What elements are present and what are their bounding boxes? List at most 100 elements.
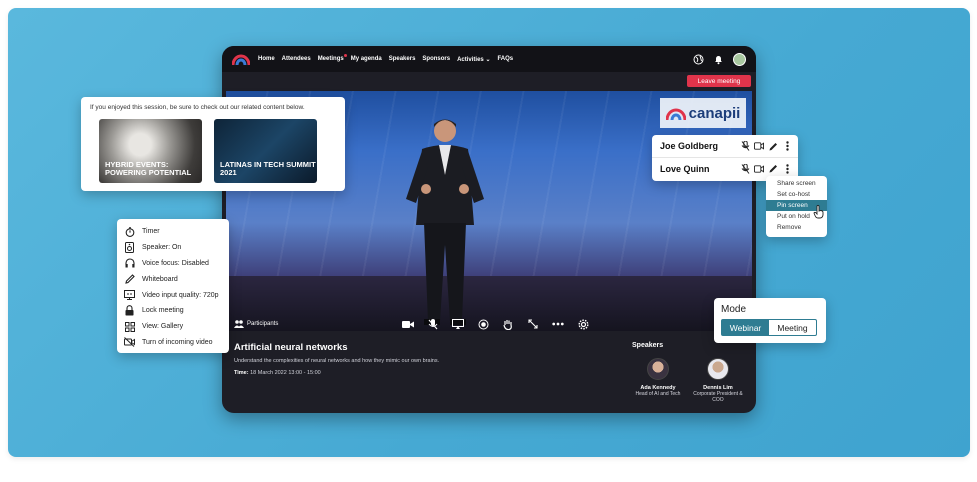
headphones-icon [124, 258, 135, 269]
meeting-options-menu: Timer Speaker: On Voice focus: Disabled … [117, 219, 229, 353]
menu-item-label: Speaker: On [142, 244, 182, 252]
speaker-photo [647, 358, 669, 380]
menu-item-label: Video input quality: 720p [142, 291, 219, 299]
related-thumbnail[interactable]: HYBRID EVENTS: POWERING POTENTIAL [99, 119, 202, 183]
session-title: Artificial neural networks [234, 342, 348, 353]
mode-panel: Mode Webinar Meeting [714, 298, 826, 343]
related-thumbnail-title: LATINAS IN TECH SUMMIT 2021 [220, 159, 316, 178]
call-controls: Participants [226, 316, 752, 332]
more-options-icon[interactable] [552, 318, 564, 330]
related-thumbnail-title: HYBRID EVENTS: POWERING POTENTIAL [105, 159, 192, 178]
nav-link-activities[interactable]: Activities ⌄ [457, 56, 490, 63]
raise-hand-icon[interactable] [502, 318, 514, 330]
participants-label: Participants [247, 321, 279, 327]
ctx-set-co-host[interactable]: Set co-host [766, 189, 827, 200]
microphone-off-icon[interactable] [740, 141, 750, 151]
brand-banner: canapii [660, 98, 746, 128]
menu-item-whiteboard[interactable]: Whiteboard [117, 271, 229, 287]
fullscreen-icon[interactable] [527, 318, 539, 330]
mode-option-webinar[interactable]: Webinar [722, 320, 769, 335]
session-info: Artificial neural networks Understand th… [234, 342, 439, 376]
app-logo-icon[interactable] [231, 52, 251, 66]
speakers-heading: Speakers [632, 342, 664, 349]
menu-item-timer[interactable]: Timer [117, 224, 229, 240]
top-nav: Home Attendees Meetings My agenda Speake… [222, 46, 756, 72]
mode-option-meeting[interactable]: Meeting [769, 320, 816, 335]
menu-item-incoming-video[interactable]: Turn of incoming video [117, 335, 229, 351]
microphone-off-icon[interactable] [427, 318, 439, 330]
pencil-icon [124, 274, 135, 285]
pencil-icon[interactable] [768, 164, 778, 174]
more-vertical-icon[interactable] [782, 163, 792, 174]
monitor-icon [124, 290, 135, 301]
camera-icon[interactable] [402, 318, 414, 330]
nav-link-meetings-label: Meetings [317, 55, 344, 62]
participant-actions [740, 163, 792, 174]
screen-share-icon[interactable] [452, 318, 464, 330]
participant-name: Joe Goldberg [660, 141, 719, 151]
ctx-share-screen[interactable]: Share screen [766, 178, 827, 189]
lock-icon [124, 305, 135, 316]
leave-meeting-button[interactable]: Leave meeting [687, 75, 751, 87]
nav-link-speakers[interactable]: Speakers [389, 56, 416, 63]
speaker-card[interactable]: Dennis Lim Corporate President & COO [688, 358, 748, 404]
speaker-card[interactable]: Ada Kennedy Head of AI and Tech [628, 358, 688, 397]
speaker-photo [707, 358, 729, 380]
camera-icon[interactable] [754, 164, 764, 174]
participants-button[interactable]: Participants [234, 320, 278, 328]
menu-item-speaker[interactable]: Speaker: On [117, 240, 229, 256]
globe-icon[interactable] [693, 54, 704, 65]
mode-toggle: Webinar Meeting [721, 319, 817, 336]
nav-link-my-agenda[interactable]: My agenda [351, 56, 382, 63]
timer-icon [124, 226, 135, 237]
nav-link-attendees[interactable]: Attendees [282, 56, 311, 63]
participant-row[interactable]: Joe Goldberg [652, 135, 798, 157]
menu-item-video-quality[interactable]: Video input quality: 720p [117, 287, 229, 303]
participants-panel: Joe Goldberg Love Quinn [652, 135, 798, 181]
microphone-off-icon[interactable] [740, 163, 750, 174]
session-time-value: 18 March 2022 13:00 - 15:00 [250, 370, 321, 376]
speaker-role: Corporate President & COO [693, 391, 743, 404]
participant-actions [740, 141, 792, 151]
nav-link-sponsors[interactable]: Sponsors [422, 56, 450, 63]
menu-item-view[interactable]: View: Gallery [117, 319, 229, 335]
mode-label: Mode [721, 304, 747, 315]
menu-item-label: Whiteboard [142, 275, 178, 283]
pencil-icon[interactable] [768, 141, 778, 151]
menu-item-label: Voice focus: Disabled [142, 259, 209, 267]
nav-link-home[interactable]: Home [258, 56, 275, 63]
people-icon [234, 320, 244, 328]
session-description: Understand the complexities of neural ne… [234, 358, 440, 364]
control-icons [402, 318, 589, 330]
bell-icon[interactable] [713, 54, 724, 65]
chevron-down-icon: ⌄ [485, 56, 491, 63]
menu-item-voice-focus[interactable]: Voice focus: Disabled [117, 256, 229, 272]
related-content-panel: If you enjoyed this session, be sure to … [81, 97, 345, 191]
menu-item-label: Lock meeting [142, 307, 184, 315]
session-time: Time: 18 March 2022 13:00 - 15:00 [234, 370, 439, 376]
video-off-icon [124, 337, 135, 348]
ctx-remove[interactable]: Remove [766, 222, 827, 233]
user-avatar[interactable] [733, 52, 746, 66]
related-thumbnail[interactable]: LATINAS IN TECH SUMMIT 2021 [214, 119, 317, 183]
related-content-text: If you enjoyed this session, be sure to … [90, 104, 305, 111]
speaker-icon [124, 242, 135, 254]
brand-name: canapii [688, 104, 741, 122]
settings-icon[interactable] [577, 318, 589, 330]
nav-icons [693, 52, 746, 66]
menu-item-label: Timer [142, 228, 160, 236]
hand-cursor-icon [813, 205, 824, 219]
record-icon[interactable] [477, 318, 489, 330]
more-vertical-icon[interactable] [782, 141, 792, 151]
brand-logo-icon [665, 108, 686, 121]
notification-dot [343, 53, 347, 57]
nav-link-meetings[interactable]: Meetings [317, 53, 347, 63]
speaker-role: Head of AI and Tech [635, 391, 681, 397]
session-time-label: Time: [234, 370, 249, 376]
participant-name: Love Quinn [660, 163, 710, 174]
nav-link-activities-label: Activities [457, 56, 484, 63]
menu-item-lock-meeting[interactable]: Lock meeting [117, 303, 229, 319]
nav-link-faqs[interactable]: FAQs [497, 56, 513, 63]
menu-item-label: View: Gallery [142, 323, 184, 331]
camera-icon[interactable] [754, 141, 764, 151]
